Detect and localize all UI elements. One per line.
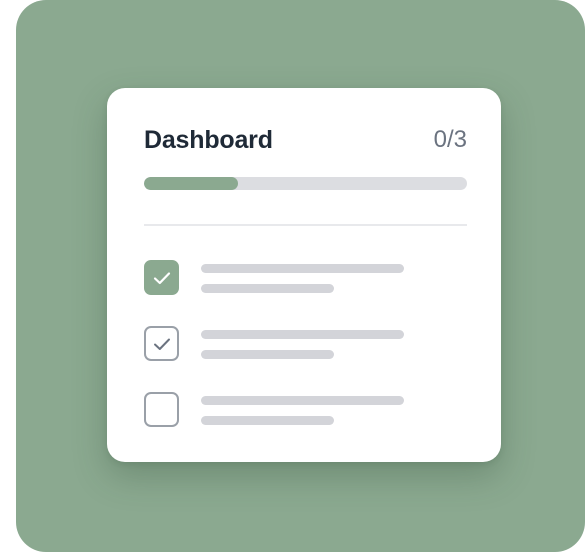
task-title-placeholder <box>201 330 404 339</box>
progress-bar <box>144 177 467 190</box>
task-checkbox[interactable] <box>144 260 179 295</box>
checkmark-icon <box>153 271 170 284</box>
task-title-placeholder <box>201 396 404 405</box>
task-item <box>144 260 467 300</box>
checkmark-icon <box>153 338 170 350</box>
task-item <box>144 326 467 366</box>
card-title: Dashboard <box>144 126 273 154</box>
progress-bar-fill <box>144 177 238 190</box>
task-subtitle-placeholder <box>201 350 334 359</box>
task-subtitle-placeholder <box>201 416 334 425</box>
dashboard-card: Dashboard 0/3 <box>107 88 501 462</box>
progress-count: 0/3 <box>433 126 467 153</box>
task-checkbox[interactable] <box>144 392 179 427</box>
task-title-placeholder <box>201 264 404 273</box>
divider <box>144 224 467 226</box>
task-subtitle-placeholder <box>201 284 334 293</box>
task-checkbox[interactable] <box>144 326 179 361</box>
task-item <box>144 392 467 432</box>
